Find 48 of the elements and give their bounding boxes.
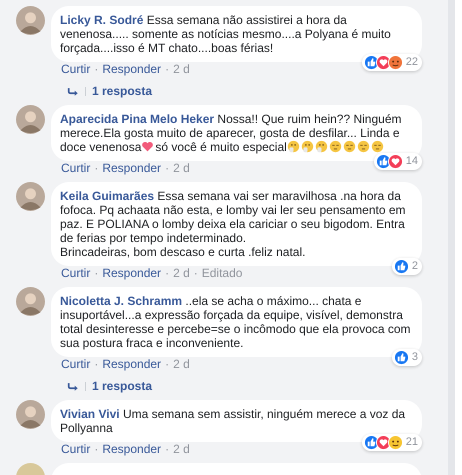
separator-dot: ·: [165, 442, 170, 456]
face-icon: [370, 140, 384, 153]
action-link[interactable]: Curtir: [61, 442, 90, 456]
face-icon: [300, 140, 314, 153]
action-link[interactable]: Responder: [102, 442, 162, 456]
face-icon: [356, 140, 370, 153]
separator-dot: ·: [165, 357, 170, 371]
avatar-icon[interactable]: [16, 182, 45, 211]
separator-dot: ·: [194, 266, 198, 280]
separator-dot: ·: [165, 62, 170, 76]
action-link[interactable]: Responder: [102, 161, 162, 175]
action-link[interactable]: Curtir: [61, 62, 90, 76]
face-icon: [314, 140, 328, 153]
reply-arrow-icon: [67, 382, 79, 390]
reply-arrow-icon: [67, 86, 79, 96]
comment-text: Aparecida Pina Melo Heker Nossa!! Que ruim hein?? Ninguém merece.Ela gosta muito de aparecer, gosta de desfilar... Linda e doce venenosa só você é muito especial: [60, 112, 402, 154]
comment-text: Licky R. Sodré Essa semana não assistirei a hora da venenosa..... somente as notícias mesmo....a Polyana é muito forçada....isso é MT chato....boas férias!: [60, 13, 392, 55]
author-name[interactable]: Aparecida Pina Melo Heker: [60, 112, 214, 126]
action-link[interactable]: Curtir: [61, 357, 90, 371]
face-icon: [342, 140, 356, 153]
avatar-icon[interactable]: [16, 105, 45, 134]
face-icon: [286, 140, 300, 153]
author-name[interactable]: Keila Guimarães: [60, 189, 154, 203]
replies-link[interactable]: 1 resposta: [92, 379, 152, 393]
author-name[interactable]: Licky R. Sodré: [60, 13, 144, 27]
action-link[interactable]: Responder: [102, 62, 162, 76]
avatar-icon[interactable]: [16, 287, 45, 316]
action-link[interactable]: Responder: [102, 266, 162, 280]
separator-dot: ·: [165, 161, 170, 175]
comment-text: Nicoletta J. Schramm ..ela se acha o máximo... chata e insuportável...a expressão forçada da equipe, visível, demonstra total desinteresse e percebe=se o incômodo que ela provoca com sua postura fraca e inconveniente.: [60, 294, 412, 350]
action-link[interactable]: Responder: [102, 357, 162, 371]
separator-dot: ·: [94, 357, 98, 371]
face-icon: [328, 140, 342, 153]
action-link[interactable]: Curtir: [61, 266, 90, 280]
separator-dot: ·: [94, 161, 98, 175]
separator-dot: ·: [94, 62, 98, 76]
comment-text: Keila Guimarães Essa semana vai ser maravilhosa .na hora da fofoca. Pq achaata não esta, e lomby vai ler seu pensamento em paz. E POLIANA o lomby deixa ela cariciar o seu bigodom. Entra de ferias por tempo indeterminado. Brincadeiras, bom descaso e curta .feliz natal.: [60, 189, 407, 259]
author-name[interactable]: Vivian Vivi: [60, 407, 120, 421]
action-link[interactable]: Curtir: [61, 161, 90, 175]
heart-icon: [141, 140, 154, 153]
separator-dot: ·: [94, 442, 98, 456]
avatar-icon[interactable]: [16, 400, 45, 429]
replies-link[interactable]: 1 resposta: [92, 84, 152, 98]
comment-text: Vivian Vivi Uma semana sem assistir, ninguém merece a voz da Pollyanna: [60, 407, 406, 435]
author-name[interactable]: Nicoletta J. Schramm: [60, 294, 182, 308]
avatar-icon[interactable]: [16, 6, 45, 35]
separator-dot: ·: [94, 266, 98, 280]
separator-dot: ·: [165, 266, 170, 280]
